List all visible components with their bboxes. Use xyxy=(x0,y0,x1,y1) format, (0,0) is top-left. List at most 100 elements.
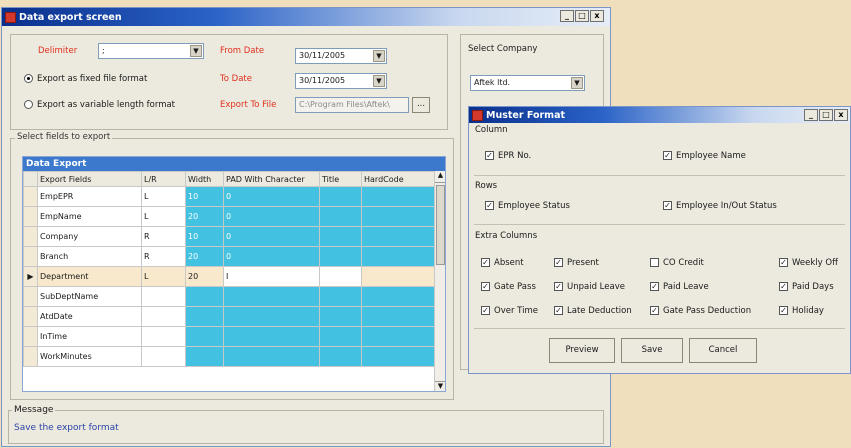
grid-scrollbar[interactable]: ▲ ▼ xyxy=(434,171,445,391)
radio-fixed-format[interactable]: Export as fixed file format xyxy=(24,74,147,84)
cell-title[interactable] xyxy=(319,306,362,327)
minimize-button[interactable]: _ xyxy=(804,109,818,121)
table-row[interactable]: AtdDate xyxy=(23,306,435,327)
checkbox-late-deduction[interactable]: ✓ Late Deduction xyxy=(554,306,632,316)
cell-hardcode[interactable] xyxy=(361,306,435,327)
cell-field[interactable]: Branch xyxy=(37,246,142,267)
cell-width[interactable]: 20 xyxy=(185,246,224,267)
grid-header-title[interactable]: Title xyxy=(319,171,362,187)
cell-pad[interactable] xyxy=(223,306,320,327)
cell-hardcode[interactable] xyxy=(361,326,435,347)
checkbox-holiday[interactable]: ✓ Holiday xyxy=(779,306,824,316)
cell-lr[interactable] xyxy=(141,326,186,347)
company-select[interactable]: Aftek ltd. ▼ xyxy=(470,75,585,91)
cell-field[interactable]: InTime xyxy=(37,326,142,347)
cell-width[interactable] xyxy=(185,326,224,347)
row-selector[interactable] xyxy=(23,306,38,327)
checkbox-paid-days[interactable]: ✓ Paid Days xyxy=(779,282,834,292)
scroll-up-icon[interactable]: ▲ xyxy=(435,171,445,183)
checkbox-absent[interactable]: ✓ Absent xyxy=(481,258,524,268)
table-row[interactable]: EmpName L 20 0 xyxy=(23,206,435,227)
cell-lr[interactable]: L xyxy=(141,206,186,227)
muster-title-bar[interactable]: Muster Format _ □ x xyxy=(469,107,850,123)
table-row[interactable]: InTime xyxy=(23,326,435,347)
table-row[interactable]: WorkMinutes xyxy=(23,346,435,367)
table-row[interactable]: SubDeptName xyxy=(23,286,435,307)
checkbox-employee-name[interactable]: ✓ Employee Name xyxy=(663,151,746,161)
cell-field[interactable]: EmpName xyxy=(37,206,142,227)
cell-title[interactable] xyxy=(319,246,362,267)
checkbox-present[interactable]: ✓ Present xyxy=(554,258,599,268)
scroll-down-icon[interactable]: ▼ xyxy=(435,381,445,391)
cell-hardcode[interactable] xyxy=(361,346,435,367)
checkbox-gate-pass[interactable]: ✓ Gate Pass xyxy=(481,282,536,292)
checkbox-epr-no[interactable]: ✓ EPR No. xyxy=(485,151,531,161)
cell-hardcode[interactable] xyxy=(361,266,435,287)
cell-lr[interactable]: R xyxy=(141,246,186,267)
to-date-picker[interactable]: 30/11/2005 ▼ xyxy=(295,73,387,89)
cell-hardcode[interactable] xyxy=(361,286,435,307)
checkbox-gate-pass-deduction[interactable]: ✓ Gate Pass Deduction xyxy=(650,306,751,316)
cell-pad[interactable] xyxy=(223,286,320,307)
cell-field[interactable]: Department xyxy=(37,266,142,287)
grid-header-width[interactable]: Width xyxy=(185,171,224,187)
cell-lr[interactable] xyxy=(141,346,186,367)
cell-pad[interactable]: 0 xyxy=(223,186,320,207)
cell-width[interactable]: 10 xyxy=(185,186,224,207)
cell-title[interactable] xyxy=(319,206,362,227)
cell-field[interactable]: SubDeptName xyxy=(37,286,142,307)
cell-width[interactable]: 10 xyxy=(185,226,224,247)
grid-header-export-fields[interactable]: Export Fields xyxy=(37,171,142,187)
grid-header-pad[interactable]: PAD With Character xyxy=(223,171,320,187)
browse-button[interactable]: ... xyxy=(412,97,430,113)
cell-lr[interactable] xyxy=(141,286,186,307)
grid-header-hardcode[interactable]: HardCode xyxy=(361,171,435,187)
row-selector[interactable] xyxy=(23,206,38,227)
cell-hardcode[interactable] xyxy=(361,246,435,267)
cell-width[interactable] xyxy=(185,286,224,307)
cell-width[interactable]: 20 xyxy=(185,266,224,287)
checkbox-employee-inout-status[interactable]: ✓ Employee In/Out Status xyxy=(663,201,777,211)
cell-hardcode[interactable] xyxy=(361,226,435,247)
row-selector[interactable] xyxy=(23,186,38,207)
title-bar[interactable]: Data export screen _ □ x xyxy=(2,8,610,26)
cell-lr[interactable]: L xyxy=(141,186,186,207)
save-button[interactable]: Save xyxy=(621,338,683,363)
checkbox-employee-status[interactable]: ✓ Employee Status xyxy=(485,201,570,211)
cell-field[interactable]: EmpEPR xyxy=(37,186,142,207)
cell-field[interactable]: Company xyxy=(37,226,142,247)
cell-lr[interactable]: R xyxy=(141,226,186,247)
from-date-picker[interactable]: 30/11/2005 ▼ xyxy=(295,48,387,64)
maximize-button[interactable]: □ xyxy=(819,109,833,121)
checkbox-co-credit[interactable]: CO Credit xyxy=(650,258,704,268)
cell-field[interactable]: AtdDate xyxy=(37,306,142,327)
cell-width[interactable] xyxy=(185,306,224,327)
table-row[interactable]: Branch R 20 0 xyxy=(23,246,435,267)
scroll-thumb[interactable] xyxy=(436,185,445,265)
cell-width[interactable]: 20 xyxy=(185,206,224,227)
table-row[interactable]: Company R 10 0 xyxy=(23,226,435,247)
radio-variable-format[interactable]: Export as variable length format xyxy=(24,100,175,110)
cell-title[interactable] xyxy=(319,226,362,247)
cell-pad[interactable]: 0 xyxy=(223,206,320,227)
row-selector[interactable] xyxy=(23,246,38,267)
close-button[interactable]: x xyxy=(590,10,604,22)
row-selector[interactable] xyxy=(23,326,38,347)
cell-pad-editing[interactable]: I xyxy=(223,266,320,287)
checkbox-over-time[interactable]: ✓ Over Time xyxy=(481,306,538,316)
row-selector[interactable] xyxy=(23,346,38,367)
cell-pad[interactable]: 0 xyxy=(223,246,320,267)
cell-title[interactable] xyxy=(319,346,362,367)
checkbox-paid-leave[interactable]: ✓ Paid Leave xyxy=(650,282,709,292)
row-selector[interactable] xyxy=(23,286,38,307)
cell-title[interactable] xyxy=(319,326,362,347)
cell-pad[interactable] xyxy=(223,326,320,347)
grid-header-lr[interactable]: L/R xyxy=(141,171,186,187)
table-row[interactable]: EmpEPR L 10 0 xyxy=(23,186,435,207)
export-file-input[interactable]: C:\Program Files\Aftek\ xyxy=(295,97,409,113)
maximize-button[interactable]: □ xyxy=(575,10,589,22)
cell-title[interactable] xyxy=(319,186,362,207)
minimize-button[interactable]: _ xyxy=(560,10,574,22)
checkbox-weekly-off[interactable]: ✓ Weekly Off xyxy=(779,258,838,268)
cell-lr[interactable]: L xyxy=(141,266,186,287)
